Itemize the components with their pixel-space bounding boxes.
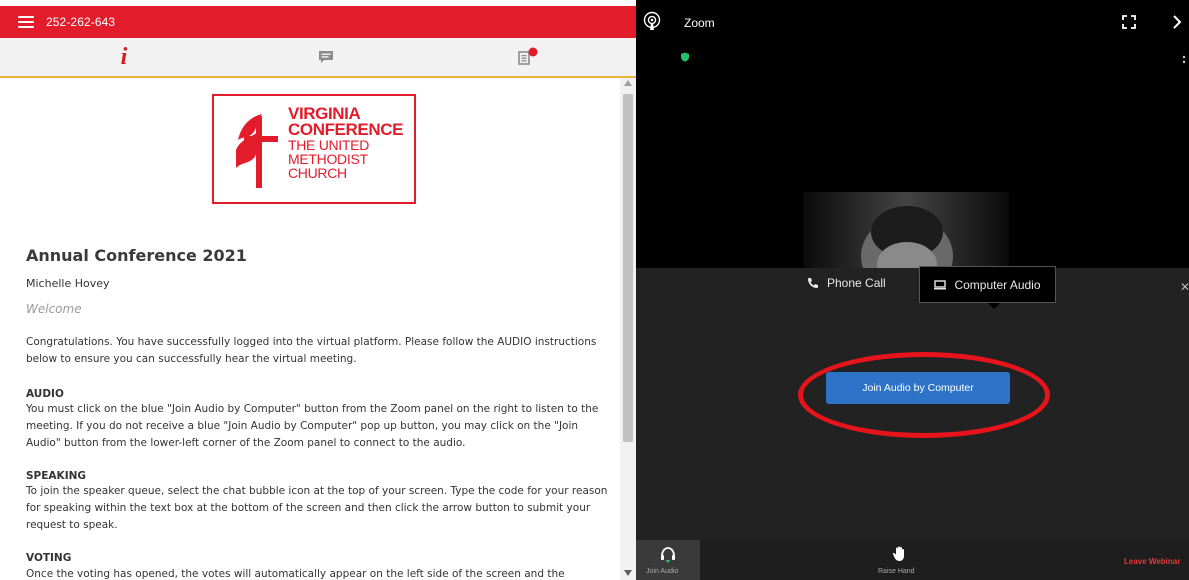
broadcast-icon[interactable] (642, 11, 662, 31)
app-window: 252-262-643 i VIRGINIA CONFERENCE THE UN… (0, 0, 1189, 580)
voting-paragraph: Once the voting has opened, the votes wi… (26, 568, 565, 580)
logo-line-conference: CONFERENCE (288, 120, 404, 139)
zoom-toolbar: Join Audio Raise Hand Leave Webinar (636, 540, 1189, 580)
headphones-icon (661, 547, 675, 563)
video-feed (803, 192, 1009, 272)
audio-paragraph: You must click on the blue "Join Audio b… (26, 403, 599, 449)
audio-heading: AUDIO (26, 388, 64, 400)
audio-options-dialog (636, 268, 1189, 540)
scrollbar[interactable] (620, 78, 636, 580)
tab-documents[interactable] (508, 38, 548, 76)
conference-panel: 252-262-643 i VIRGINIA CONFERENCE THE UN… (0, 0, 636, 580)
chevron-right-icon[interactable] (1171, 12, 1183, 32)
chat-bubble-icon (319, 51, 333, 63)
intro-paragraph: Congratulations. You have successfully l… (26, 336, 597, 365)
phone-call-label: Phone Call (827, 276, 886, 290)
fullscreen-icon[interactable] (1122, 15, 1136, 29)
logo-line-methodist: METHODIST (288, 151, 368, 167)
logo-line-the-united: THE UNITED (288, 137, 370, 153)
speaking-paragraph: To join the speaker queue, select the ch… (26, 485, 608, 531)
phone-icon (808, 278, 818, 288)
participant-video (803, 192, 1009, 272)
more-options-icon[interactable] (1182, 54, 1186, 66)
info-icon: i (120, 43, 128, 70)
zoom-panel: Zoom Phone Call Computer Audio ✕ Join Au… (636, 0, 1189, 580)
zoom-header: Zoom (636, 6, 1189, 38)
computer-audio-label: Computer Audio (954, 277, 1041, 292)
raise-hand-label: Raise Hand (878, 568, 915, 575)
logo-line-church: CHURCH (288, 165, 347, 181)
voting-heading: VOTING (26, 552, 72, 564)
top-bar: 252-262-643 (0, 6, 636, 38)
tab-computer-audio[interactable]: Computer Audio (919, 266, 1056, 303)
computer-icon (934, 279, 947, 289)
menu-icon[interactable] (18, 16, 34, 28)
info-content: VIRGINIA CONFERENCE THE UNITED METHODIST… (0, 78, 620, 580)
tooltip-caret (988, 303, 1000, 309)
speaker-name: Michelle Hovey (26, 277, 110, 290)
scrollbar-thumb[interactable] (623, 94, 633, 442)
speaking-heading: SPEAKING (26, 470, 87, 482)
welcome-subtitle: Welcome (26, 302, 82, 316)
join-audio-button[interactable]: Join Audio (636, 540, 700, 580)
leave-webinar-button[interactable]: Leave Webinar (1124, 557, 1180, 566)
meeting-id: 252-262-643 (46, 15, 116, 29)
raise-hand-icon (892, 546, 904, 561)
raise-hand-button[interactable]: Raise Hand (866, 540, 936, 580)
join-audio-by-computer-button[interactable]: Join Audio by Computer (826, 372, 1010, 404)
page-title: Annual Conference 2021 (26, 246, 247, 265)
conference-logo: VIRGINIA CONFERENCE THE UNITED METHODIST… (212, 94, 416, 204)
scroll-down-arrow-icon[interactable] (624, 570, 632, 576)
documents-icon (518, 47, 538, 65)
close-icon[interactable]: ✕ (1180, 280, 1189, 294)
cross-and-flame-icon (236, 114, 278, 188)
tab-phone-call[interactable]: Phone Call (807, 276, 886, 290)
scroll-up-arrow-icon[interactable] (624, 80, 632, 86)
tab-bar: i (0, 38, 636, 78)
security-shield-icon (681, 52, 689, 62)
tab-info[interactable]: i (104, 38, 144, 76)
notification-badge (528, 47, 538, 57)
join-audio-label: Join Audio (646, 568, 679, 575)
zoom-title: Zoom (684, 16, 715, 30)
tab-chat[interactable] (306, 38, 346, 76)
